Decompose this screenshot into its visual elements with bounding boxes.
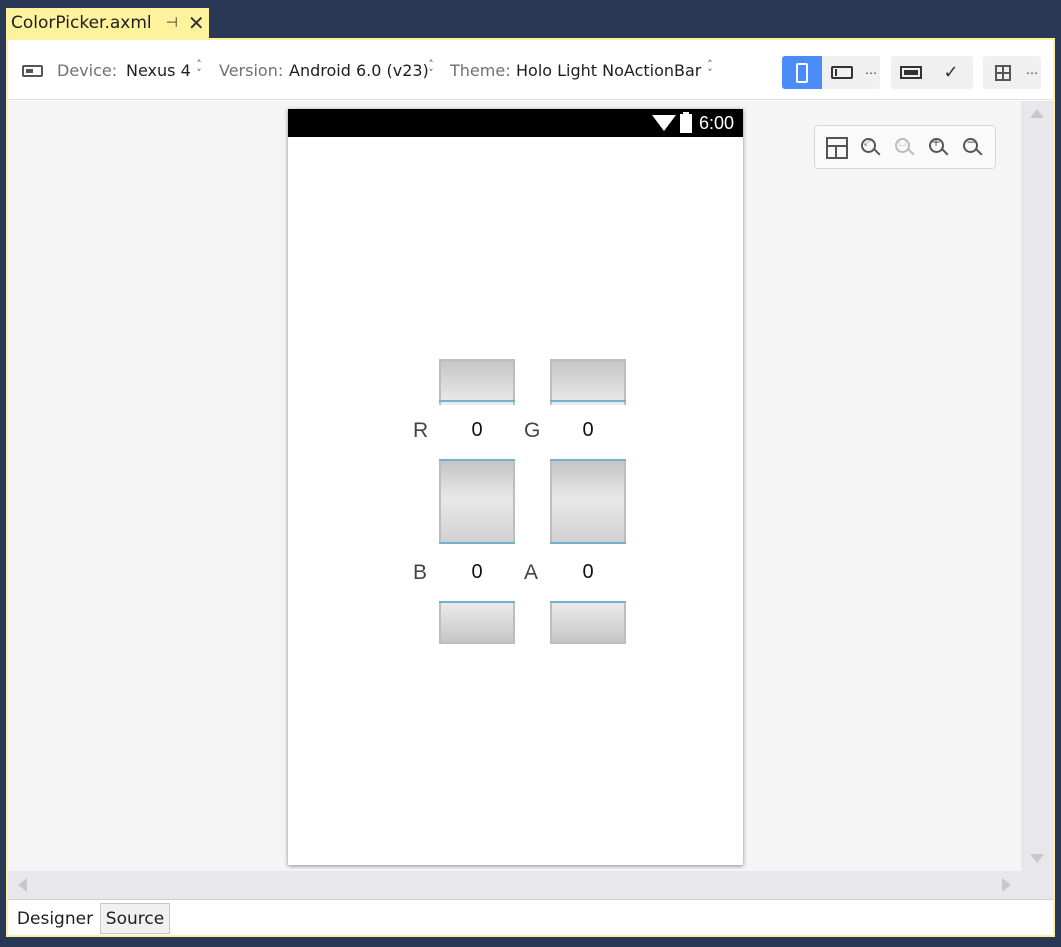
wifi-icon	[652, 115, 676, 131]
designer-frame: Device: Nexus 4 ˄ ˅ Version: Android 6.0 …	[6, 38, 1055, 937]
tab-designer[interactable]: Designer	[10, 903, 100, 934]
close-icon[interactable]: ✕	[188, 13, 205, 33]
scroll-down-icon[interactable]	[1030, 854, 1044, 863]
layout-icon[interactable]	[826, 137, 848, 159]
zoom-to-selection-icon[interactable]: ▢	[894, 137, 916, 159]
version-chevron-icon[interactable]: ˄ ˅	[426, 59, 436, 79]
picker-value-a[interactable]: 0	[550, 561, 626, 584]
picker-value-b[interactable]: 0	[439, 561, 515, 584]
landscape-button[interactable]	[822, 56, 862, 89]
picker-value-g[interactable]: 0	[550, 419, 626, 442]
device-preview: 6:00 R G B A 0 0 0 0	[288, 109, 743, 865]
pin-icon[interactable]: ⊣	[166, 15, 178, 31]
document-tab-title: ColorPicker.axml	[11, 13, 152, 33]
designer-toolbar: Device: Nexus 4 ˄ ˅ Version: Android 6.0 …	[8, 40, 1053, 100]
design-surface[interactable]: 6:00 R G B A 0 0 0 0 ⤢ ▢ + −	[8, 101, 1021, 871]
number-picker-r[interactable]: 0	[439, 359, 515, 544]
device-label: Device:	[57, 61, 118, 80]
zoom-in-icon[interactable]: +	[928, 136, 950, 159]
zoom-out-icon[interactable]: −	[962, 136, 984, 159]
android-status-bar: 6:00	[288, 109, 743, 137]
brush-icon: ✓	[943, 62, 959, 83]
screen-icon	[900, 66, 922, 79]
number-picker-b[interactable]: 0	[439, 542, 515, 644]
grid-icon	[995, 64, 1011, 81]
zoom-toolbar: ⤢ ▢ + −	[814, 125, 996, 169]
scroll-up-icon[interactable]	[1030, 109, 1044, 118]
zoom-to-fit-icon[interactable]: ⤢	[860, 137, 882, 159]
vertical-scrollbar[interactable]	[1021, 101, 1053, 871]
version-label: Version:	[219, 61, 284, 80]
scroll-right-icon[interactable]	[1002, 878, 1011, 892]
view-options-group: ✓	[891, 56, 973, 89]
portrait-button[interactable]	[782, 56, 822, 89]
editor-mode-tabs: Designer Source	[8, 899, 1053, 935]
screen-button[interactable]	[891, 56, 931, 89]
landscape-icon	[831, 66, 853, 79]
picker-label-g: G	[524, 419, 541, 442]
picker-label-a: A	[524, 561, 539, 584]
orientation-group: ⋯	[782, 56, 880, 89]
picker-label-r: R	[413, 419, 429, 442]
theme-editor-button[interactable]: ✓	[931, 56, 971, 89]
number-picker-a[interactable]: 0	[550, 542, 626, 644]
number-picker-g[interactable]: 0	[550, 359, 626, 544]
horizontal-scrollbar[interactable]	[8, 871, 1053, 899]
device-select[interactable]: Nexus 4	[126, 61, 191, 80]
layout-grid-button[interactable]	[983, 56, 1023, 89]
orientation-more-button[interactable]: ⋯	[862, 56, 880, 89]
theme-select[interactable]: Holo Light NoActionBar	[516, 61, 701, 80]
status-time: 6:00	[699, 113, 735, 133]
theme-chevron-icon[interactable]: ˄ ˅	[705, 59, 715, 79]
picker-value-r[interactable]: 0	[439, 419, 515, 442]
layout-options-group: ⋯	[983, 56, 1041, 89]
picker-label-b: B	[413, 561, 428, 584]
theme-label: Theme:	[450, 61, 511, 80]
device-chevron-icon[interactable]: ˄ ˅	[194, 59, 204, 79]
portrait-icon	[796, 62, 808, 83]
tab-source[interactable]: Source	[100, 903, 170, 934]
device-icon	[22, 65, 43, 77]
document-tab[interactable]: ColorPicker.axml ⊣ ✕	[6, 8, 209, 38]
version-select[interactable]: Android 6.0 (v23)	[289, 61, 429, 80]
battery-icon	[680, 112, 692, 133]
layout-more-button[interactable]: ⋯	[1023, 56, 1041, 89]
scroll-left-icon[interactable]	[18, 878, 27, 892]
